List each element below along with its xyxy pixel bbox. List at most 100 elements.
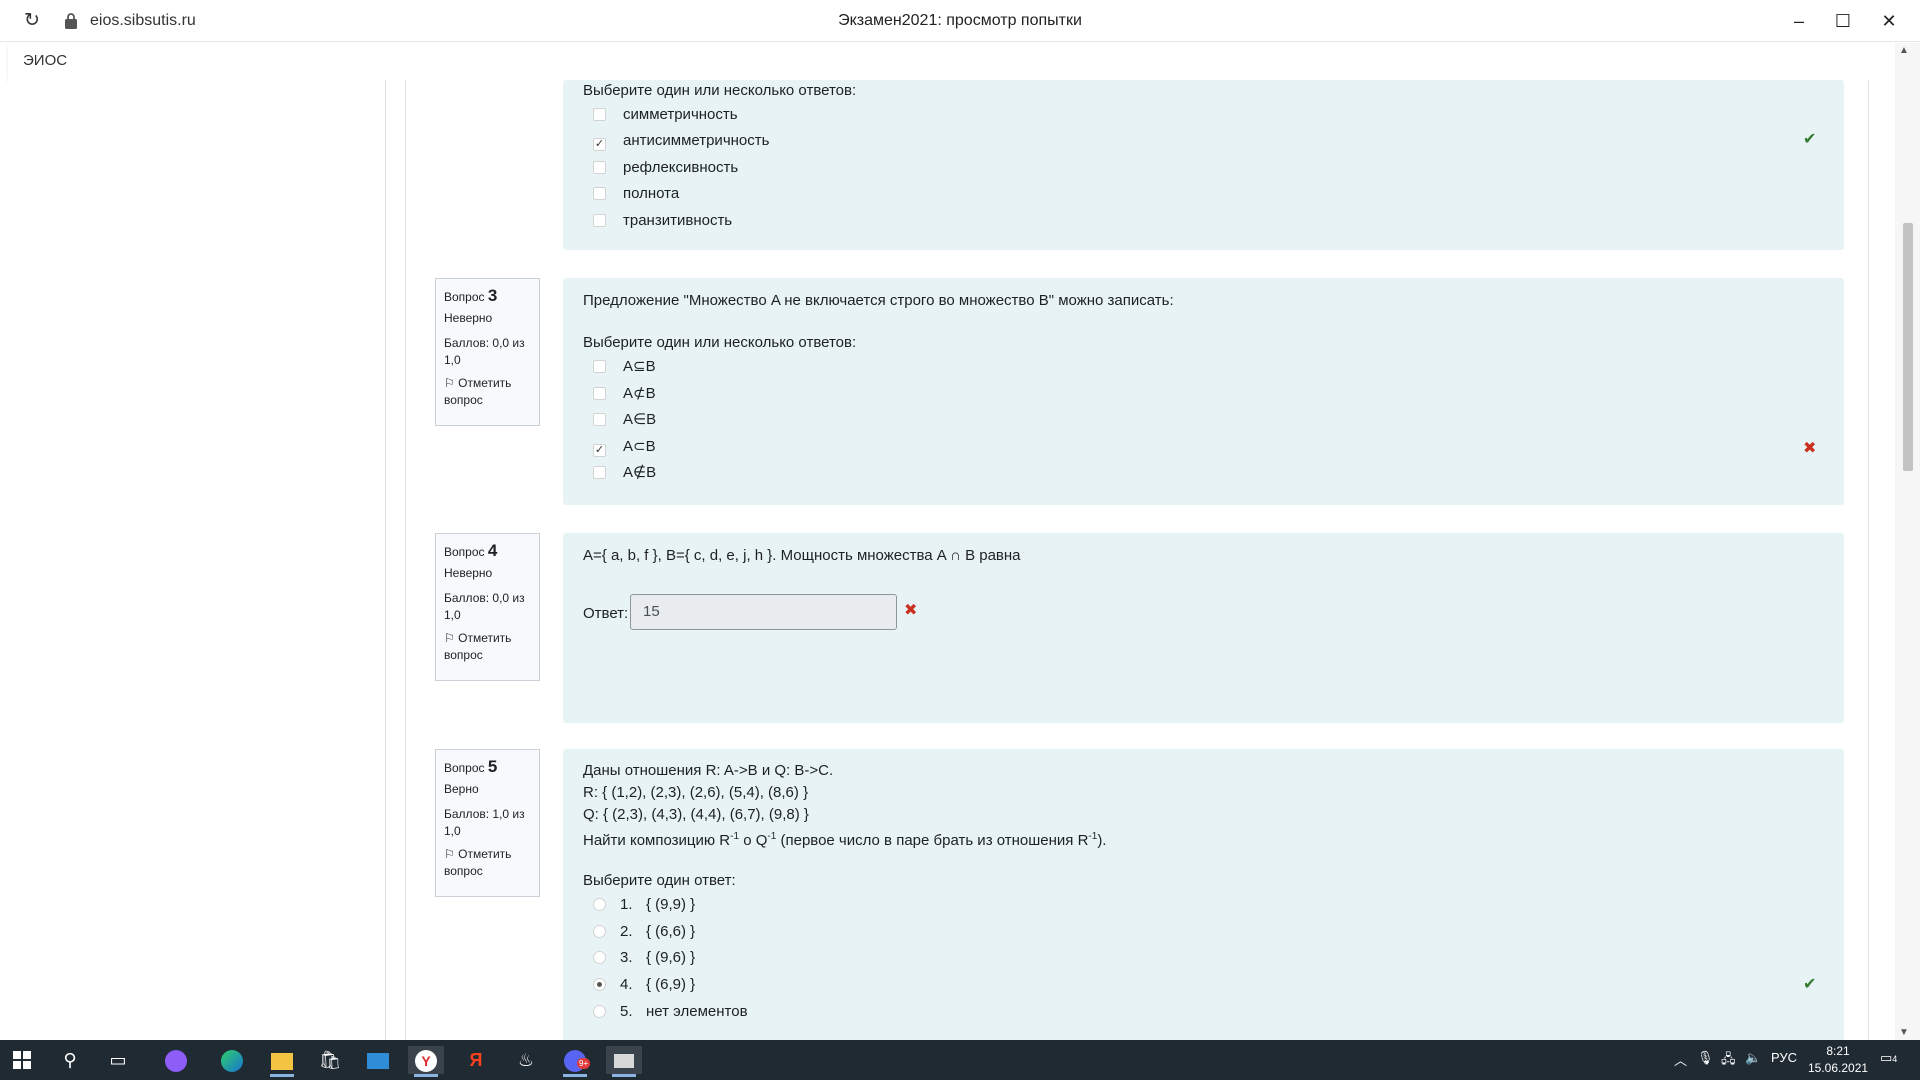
close-button[interactable]: ✕ — [1874, 8, 1904, 34]
question-5-text-line: R: { (1,2), (2,3), (2,6), (5,4), (8,6) } — [583, 784, 809, 801]
question-grade: Баллов: 1,0 из 1,0 — [444, 807, 525, 838]
question-grade: Баллов: 0,0 из 1,0 — [444, 591, 525, 622]
checkbox[interactable] — [593, 387, 606, 400]
taskbar-clock[interactable]: 8:21 15.06.2021 — [1808, 1043, 1868, 1077]
incorrect-cross-icon: ✖ — [904, 602, 918, 619]
question-3-prompt: Выберите один или несколько ответов: — [583, 334, 857, 351]
answer-label: Ответ: — [583, 605, 629, 622]
question-4-content: A={ a, b, f }, B={ c, d, e, j, h }. Мощн… — [563, 533, 1844, 723]
checkbox[interactable] — [593, 108, 606, 121]
question-3-text: Предложение "Множество A не включается с… — [583, 292, 1174, 309]
site-navbar: ЭИОС — [8, 43, 1895, 80]
question-5-text-line: Даны отношения R: A->B и Q: B->C. — [583, 762, 834, 779]
radio[interactable] — [593, 925, 606, 938]
question-5-content: Даны отношения R: A->B и Q: B->C. R: { (… — [563, 749, 1844, 1040]
network-icon[interactable]: 🖧 — [1721, 1050, 1736, 1072]
app-icon[interactable] — [606, 1046, 642, 1077]
page-scrollbar[interactable]: ▲ ▼ — [1895, 43, 1920, 1040]
question-state: Неверно — [444, 311, 493, 325]
flag-icon: ⚐ — [444, 847, 455, 861]
radio[interactable] — [593, 1005, 606, 1018]
question-2-prompt: Выберите один или несколько ответов: — [583, 82, 857, 99]
scrollbar-thumb[interactable] — [1903, 223, 1913, 471]
checkbox[interactable] — [593, 466, 606, 479]
discord-badge: 9+ — [577, 1058, 591, 1069]
alice-assistant-icon[interactable] — [158, 1046, 194, 1074]
checkbox[interactable] — [593, 214, 606, 227]
question-5-option[interactable]: 5. нет элементов — [593, 1002, 748, 1022]
question-state: Верно — [444, 782, 479, 796]
left-drawer — [8, 80, 386, 1040]
radio[interactable] — [593, 898, 606, 911]
radio[interactable] — [593, 951, 606, 964]
scroll-down-arrow-icon[interactable]: ▼ — [1899, 1027, 1909, 1038]
checkbox[interactable] — [593, 187, 606, 200]
language-indicator[interactable]: РУС — [1771, 1050, 1797, 1065]
store-icon[interactable]: 🛍 — [312, 1046, 348, 1074]
flag-question-link[interactable]: ⚐ Отметить вопрос — [444, 630, 531, 664]
question-3-content: Предложение "Множество A не включается с… — [563, 278, 1844, 505]
browser-titlebar: ↻ eios.sibsutis.ru Экзамен2021: просмотр… — [0, 0, 1920, 42]
question-3-option[interactable]: A⊆B — [593, 357, 656, 377]
question-grade: Баллов: 0,0 из 1,0 — [444, 336, 525, 367]
question-5-option[interactable]: 2.{ (6,6) } — [593, 922, 695, 942]
search-icon[interactable]: ⚲ — [52, 1046, 88, 1074]
question-3-option[interactable]: A∉B — [593, 463, 656, 483]
question-number: Вопрос 5 — [444, 757, 498, 776]
maximize-button[interactable]: ☐ — [1828, 8, 1858, 34]
checkbox[interactable] — [593, 161, 606, 174]
question-5-option[interactable]: 1.{ (9,9) } — [593, 895, 695, 915]
tray-chevron-up-icon[interactable]: ︿ — [1674, 1050, 1687, 1069]
yandex-browser-icon[interactable]: Y — [408, 1046, 444, 1077]
file-explorer-icon[interactable] — [264, 1046, 300, 1077]
flag-icon: ⚐ — [444, 376, 455, 390]
flag-question-link[interactable]: ⚐ Отметить вопрос — [444, 375, 531, 409]
question-2-option[interactable]: ✓ антисимметричность — [593, 131, 769, 151]
correct-check-icon: ✔ — [1803, 976, 1817, 993]
question-3-option[interactable]: A∈B — [593, 410, 656, 430]
flag-icon: ⚐ — [444, 631, 455, 645]
window-title: Экзамен2021: просмотр попытки — [838, 12, 1082, 29]
flag-question-link[interactable]: ⚐ Отметить вопрос — [444, 846, 531, 880]
question-number: Вопрос 4 — [444, 541, 498, 560]
checkbox[interactable] — [593, 360, 606, 373]
volume-icon[interactable]: 🔈 — [1745, 1050, 1761, 1066]
question-2-option[interactable]: транзитивность — [593, 211, 732, 231]
correct-check-icon: ✔ — [1803, 131, 1817, 148]
question-5-option[interactable]: 4.{ (6,9) } — [593, 975, 695, 995]
question-3-option[interactable]: A⊄B — [593, 384, 656, 404]
incorrect-cross-icon: ✖ — [1803, 440, 1817, 457]
question-5-option[interactable]: 3.{ (9,6) } — [593, 948, 695, 968]
steam-icon[interactable]: ♨ — [508, 1046, 544, 1074]
page-content: Выберите один или несколько ответов: сим… — [8, 80, 1895, 1040]
question-4-text: A={ a, b, f }, B={ c, d, e, j, h }. Мощн… — [583, 547, 1021, 564]
question-2-option[interactable]: полнота — [593, 184, 679, 204]
checkbox-checked[interactable]: ✓ — [593, 444, 606, 457]
notifications-icon[interactable]: ▭4 — [1880, 1050, 1897, 1066]
start-button-icon[interactable] — [4, 1046, 40, 1074]
yandex-icon[interactable]: Я — [458, 1046, 494, 1074]
microphone-icon[interactable]: 🎙 — [1697, 1050, 1714, 1066]
question-2-option[interactable]: рефлексивность — [593, 158, 738, 178]
minimize-button[interactable]: – — [1784, 8, 1814, 34]
question-5-prompt: Выберите один ответ: — [583, 872, 736, 889]
question-3-option[interactable]: ✓ A⊂B — [593, 437, 656, 457]
checkbox[interactable] — [593, 413, 606, 426]
mail-icon[interactable] — [360, 1046, 396, 1074]
question-2-option[interactable]: симметричность — [593, 105, 738, 125]
answer-input[interactable]: 15 — [630, 594, 897, 630]
question-5-info: Вопрос 5 Верно Баллов: 1,0 из 1,0 ⚐ Отме… — [435, 749, 540, 897]
site-brand[interactable]: ЭИОС — [23, 52, 67, 69]
scroll-up-arrow-icon[interactable]: ▲ — [1899, 45, 1909, 56]
edge-browser-icon[interactable] — [214, 1046, 250, 1074]
taskbar: ⚲ ▭ 🛍 Y Я ♨ 9+ ︿ 🎙 🖧 🔈 РУС 8:21 15.06.202… — [0, 1040, 1920, 1080]
question-5-text-line: Найти композицию R-1 o Q-1 (первое число… — [583, 831, 1107, 849]
discord-icon[interactable]: 9+ — [557, 1046, 593, 1077]
radio-selected[interactable] — [593, 978, 606, 991]
question-4-info: Вопрос 4 Неверно Баллов: 0,0 из 1,0 ⚐ От… — [435, 533, 540, 681]
checkbox-checked[interactable]: ✓ — [593, 138, 606, 151]
question-3-info: Вопрос 3 Неверно Баллов: 0,0 из 1,0 ⚐ От… — [435, 278, 540, 426]
question-state: Неверно — [444, 566, 493, 580]
task-view-icon[interactable]: ▭ — [100, 1046, 136, 1074]
question-2-content: Выберите один или несколько ответов: сим… — [563, 80, 1844, 250]
